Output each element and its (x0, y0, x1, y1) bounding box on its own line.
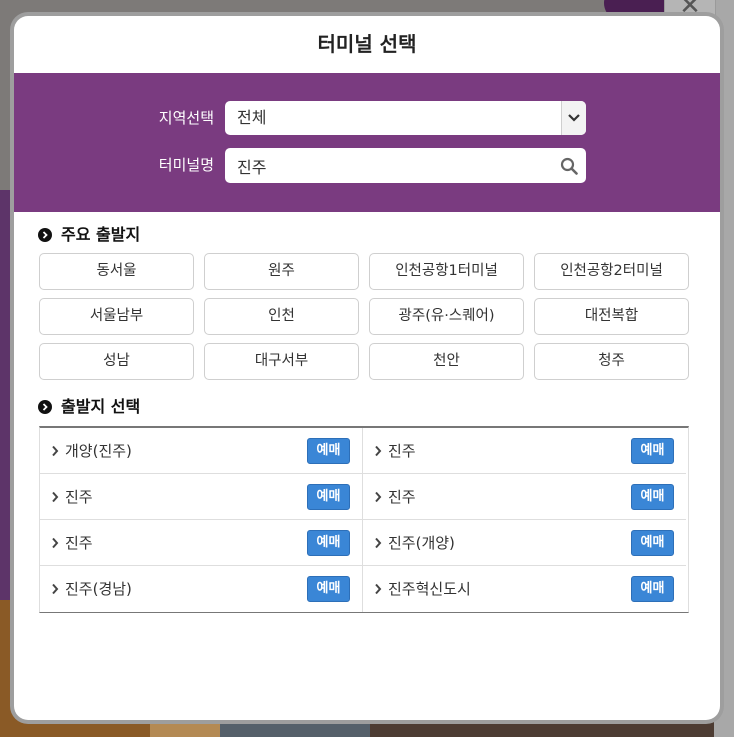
quick-departure-grid: 동서울 원주 인천공항1터미널 인천공항2터미널 서울남부 인천 광주(유·스퀘… (39, 253, 699, 380)
search-panel: 지역선택 전체 터미널명 (14, 73, 720, 212)
book-button[interactable]: 예매 (307, 530, 350, 556)
chevron-right-icon (52, 445, 59, 457)
quick-departure-button[interactable]: 동서울 (39, 253, 194, 290)
quick-departure-button[interactable]: 대전복합 (534, 298, 689, 335)
chevron-right-icon (52, 583, 59, 595)
search-icon[interactable] (554, 148, 584, 183)
book-button[interactable]: 예매 (307, 484, 350, 510)
terminal-name: 진주혁신도시 (388, 580, 471, 598)
quick-section-title: 주요 출발지 (61, 225, 141, 244)
quick-departure-button[interactable]: 청주 (534, 343, 689, 380)
terminal-cell[interactable]: 개양(진주) 예매 (40, 428, 363, 474)
modal-title: 터미널 선택 (317, 32, 417, 56)
quick-departure-button[interactable]: 인천공항1터미널 (369, 253, 524, 290)
departure-terminal-table: 개양(진주) 예매 진주 예매 진주 예매 진주 예매 진주 예매 진주(개양) (39, 426, 689, 613)
book-button[interactable]: 예매 (631, 576, 674, 602)
terminal-name-row: 터미널명 (14, 148, 720, 183)
quick-departure-button[interactable]: 서울남부 (39, 298, 194, 335)
chevron-right-icon (375, 445, 382, 457)
terminal-name: 개양(진주) (65, 442, 132, 460)
book-button[interactable]: 예매 (307, 576, 350, 602)
chevron-right-icon (375, 491, 382, 503)
terminal-select-modal: 터미널 선택 지역선택 전체 터미널명 주요 출발지 동서울 원주 인천 (14, 16, 720, 720)
departure-section-title: 출발지 선택 (61, 397, 141, 416)
terminal-cell[interactable]: 진주 예매 (363, 428, 686, 474)
chevron-right-icon (52, 491, 59, 503)
quick-departure-button[interactable]: 인천 (204, 298, 359, 335)
region-select[interactable]: 전체 (225, 101, 586, 135)
quick-section-heading: 주요 출발지 (38, 224, 140, 246)
terminal-name: 진주(경남) (65, 580, 132, 598)
departure-section-heading: 출발지 선택 (38, 396, 140, 418)
quick-departure-button[interactable]: 인천공항2터미널 (534, 253, 689, 290)
terminal-name: 진주 (388, 488, 416, 506)
terminal-cell[interactable]: 진주 예매 (40, 520, 363, 566)
terminal-cell[interactable]: 진주 예매 (363, 474, 686, 520)
region-row: 지역선택 전체 (14, 101, 720, 135)
terminal-cell[interactable]: 진주혁신도시 예매 (363, 566, 686, 612)
quick-departure-button[interactable]: 광주(유·스퀘어) (369, 298, 524, 335)
terminal-cell[interactable]: 진주(개양) 예매 (363, 520, 686, 566)
quick-departure-button[interactable]: 대구서부 (204, 343, 359, 380)
book-button[interactable]: 예매 (631, 484, 674, 510)
book-button[interactable]: 예매 (307, 438, 350, 464)
terminal-name: 진주 (65, 534, 93, 552)
chevron-right-icon (375, 537, 382, 549)
chevron-right-circle-icon (38, 228, 52, 242)
quick-departure-button[interactable]: 성남 (39, 343, 194, 380)
terminal-name: 진주 (388, 442, 416, 460)
terminal-name: 진주(개양) (388, 534, 455, 552)
book-button[interactable]: 예매 (631, 438, 674, 464)
quick-departure-button[interactable]: 천안 (369, 343, 524, 380)
chevron-right-icon (375, 583, 382, 595)
terminal-name-label: 터미널명 (158, 156, 214, 174)
chevron-right-icon (52, 537, 59, 549)
region-label: 지역선택 (158, 109, 214, 127)
chevron-right-circle-icon (38, 400, 52, 414)
region-select-value: 전체 (237, 108, 267, 127)
chevron-down-icon[interactable] (561, 101, 586, 135)
terminal-name: 진주 (65, 488, 93, 506)
book-button[interactable]: 예매 (631, 530, 674, 556)
terminal-name-input[interactable] (225, 148, 586, 183)
terminal-cell[interactable]: 진주(경남) 예매 (40, 566, 363, 612)
quick-departure-button[interactable]: 원주 (204, 253, 359, 290)
terminal-cell[interactable]: 진주 예매 (40, 474, 363, 520)
